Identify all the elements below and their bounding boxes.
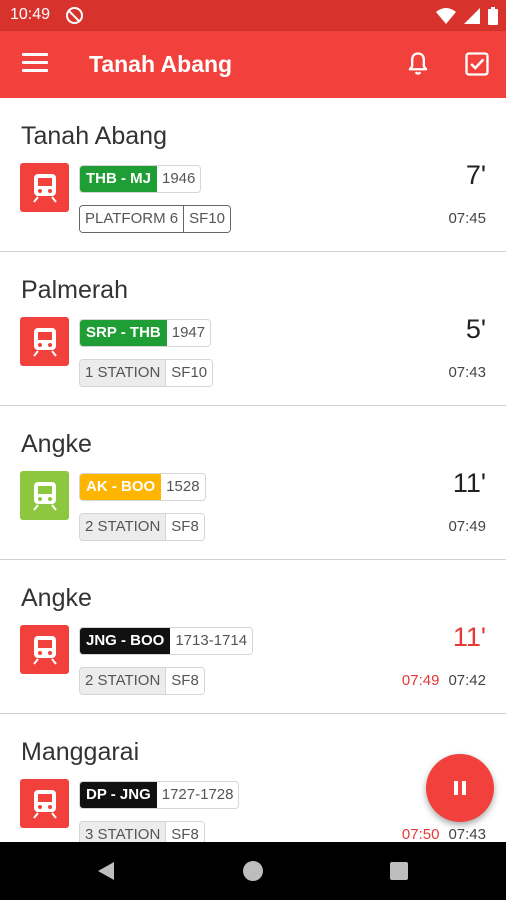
station-name: Angke bbox=[21, 584, 92, 612]
route-badge-group: SRP - THB 1947 bbox=[79, 319, 212, 347]
battery-icon bbox=[488, 7, 498, 25]
station-info: 2 STATION bbox=[80, 668, 166, 694]
route-badge-group: JNG - BOO 1713-1714 bbox=[79, 627, 254, 655]
line-code: SF8 bbox=[165, 822, 204, 842]
arrival-time: 07:43 bbox=[448, 364, 486, 381]
train-icon bbox=[20, 625, 69, 674]
app-bar: Tanah Abang bbox=[0, 31, 506, 98]
train-card[interactable]: Angke JNG - BOO 1713-1714 2 STATION SF8 11' 07… bbox=[0, 560, 506, 714]
station-name: Angke bbox=[21, 430, 92, 458]
train-card[interactable]: Tanah Abang THB - MJ 1946 PLATFORM 6 SF10 7' 0… bbox=[0, 98, 506, 252]
pause-icon bbox=[454, 781, 466, 795]
wifi-icon bbox=[436, 8, 456, 24]
train-number: 1947 bbox=[166, 320, 211, 346]
info-badge-group: PLATFORM 6 SF10 bbox=[79, 205, 231, 233]
route-badge: DP - JNG bbox=[80, 782, 157, 808]
status-icons bbox=[436, 6, 498, 26]
line-code: SF10 bbox=[165, 360, 213, 386]
train-number: 1946 bbox=[157, 166, 201, 192]
route-badge: JNG - BOO bbox=[80, 628, 171, 654]
page-title: Tanah Abang bbox=[89, 51, 233, 77]
arrival-time: 07:45 bbox=[448, 210, 486, 227]
status-time: 10:49 bbox=[10, 6, 51, 23]
train-icon bbox=[20, 471, 69, 520]
line-code: SF10 bbox=[183, 206, 230, 232]
bell-icon[interactable] bbox=[404, 50, 432, 78]
route-badge: AK - BOO bbox=[80, 474, 162, 500]
station-name: Palmerah bbox=[21, 276, 128, 304]
arrival-time: 07:43 bbox=[448, 826, 486, 842]
data-saver-icon bbox=[66, 7, 83, 24]
delayed-time: 07:49 bbox=[401, 672, 440, 689]
arrival-time: 07:49 bbox=[448, 518, 486, 535]
back-icon[interactable] bbox=[96, 861, 116, 881]
signal-icon bbox=[464, 8, 480, 24]
train-number: 1713-1714 bbox=[170, 628, 253, 654]
checkbox-icon[interactable] bbox=[463, 50, 491, 78]
route-badge: THB - MJ bbox=[80, 166, 157, 192]
train-icon bbox=[20, 163, 69, 212]
station-info: PLATFORM 6 bbox=[80, 206, 184, 232]
station-info: 3 STATION bbox=[80, 822, 166, 842]
train-card[interactable]: Angke AK - BOO 1528 2 STATION SF8 11' 07:49 bbox=[0, 406, 506, 560]
station-info: 1 STATION bbox=[80, 360, 166, 386]
station-name: Manggarai bbox=[21, 738, 140, 766]
route-badge-group: DP - JNG 1727-1728 bbox=[79, 781, 240, 809]
train-icon bbox=[20, 779, 69, 828]
recents-icon[interactable] bbox=[390, 862, 408, 880]
route-badge-group: THB - MJ 1946 bbox=[79, 165, 202, 193]
minutes-remaining: 11' bbox=[452, 468, 486, 498]
home-icon[interactable] bbox=[243, 861, 263, 881]
line-code: SF8 bbox=[165, 668, 204, 694]
route-badge-group: AK - BOO 1528 bbox=[79, 473, 206, 501]
route-badge: SRP - THB bbox=[80, 320, 167, 346]
station-info: 2 STATION bbox=[80, 514, 166, 540]
time-group: 07:43 bbox=[448, 364, 486, 381]
info-badge-group: 3 STATION SF8 bbox=[79, 821, 205, 842]
minutes-remaining: 11' bbox=[452, 622, 486, 652]
time-group: 07:50 07:43 bbox=[402, 826, 486, 842]
train-icon bbox=[20, 317, 69, 366]
info-badge-group: 1 STATION SF10 bbox=[79, 359, 214, 387]
info-badge-group: 2 STATION SF8 bbox=[79, 513, 205, 541]
info-badge-group: 2 STATION SF8 bbox=[79, 667, 205, 695]
navigation-bar bbox=[0, 842, 506, 900]
time-group: 07:49 bbox=[448, 518, 486, 535]
minutes-remaining: 7' bbox=[465, 160, 486, 190]
minutes-remaining: 5' bbox=[465, 314, 486, 344]
arrival-time: 07:42 bbox=[448, 672, 486, 689]
pause-button[interactable] bbox=[426, 754, 494, 822]
delayed-time: 07:50 bbox=[401, 826, 440, 842]
time-group: 07:45 bbox=[448, 210, 486, 227]
train-number: 1528 bbox=[161, 474, 205, 500]
line-code: SF8 bbox=[165, 514, 204, 540]
train-list: Tanah Abang THB - MJ 1946 PLATFORM 6 SF10 7' 0… bbox=[0, 98, 506, 842]
train-number: 1727-1728 bbox=[156, 782, 239, 808]
time-group: 07:49 07:42 bbox=[402, 672, 486, 689]
status-bar: 10:49 bbox=[0, 0, 506, 31]
station-name: Tanah Abang bbox=[21, 122, 167, 150]
train-card[interactable]: Palmerah SRP - THB 1947 1 STATION SF10 5' 07:4… bbox=[0, 252, 506, 406]
menu-icon[interactable] bbox=[22, 53, 48, 75]
screen: 10:49 Tanah Abang Tanah Abang THB - MJ 194… bbox=[0, 0, 506, 900]
